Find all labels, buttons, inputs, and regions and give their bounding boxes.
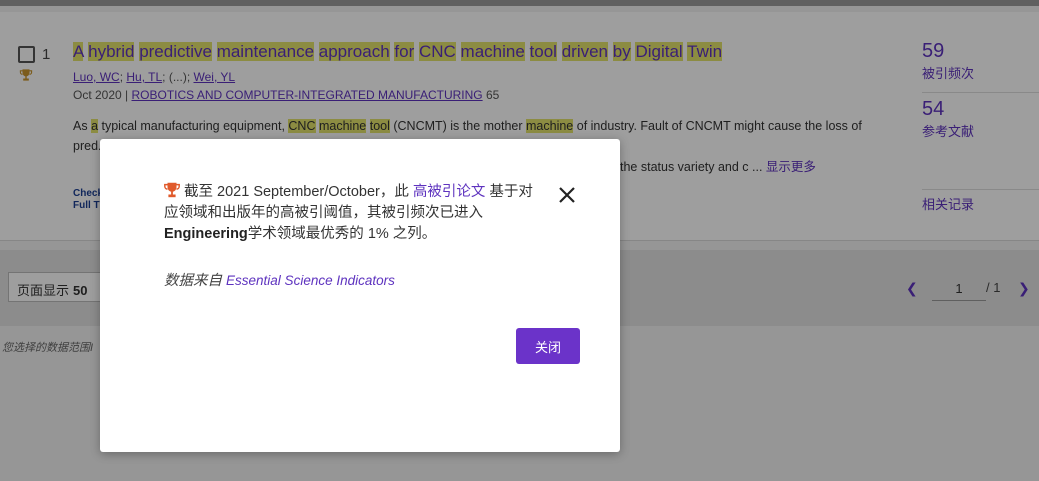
close-icon[interactable] xyxy=(558,186,576,204)
esi-link[interactable]: Essential Science Indicators xyxy=(226,273,395,288)
highly-cited-link[interactable]: 高被引论文 xyxy=(413,184,486,200)
highly-cited-dialog: 截至 2021 September/October，此 高被引论文 基于对应领域… xyxy=(100,139,620,452)
field-name: Engineering xyxy=(164,226,248,242)
data-source: 数据来自 Essential Science Indicators xyxy=(164,273,395,289)
close-button[interactable]: 关闭 xyxy=(516,328,580,364)
dialog-message: 截至 2021 September/October，此 高被引论文 基于对应领域… xyxy=(164,184,533,242)
